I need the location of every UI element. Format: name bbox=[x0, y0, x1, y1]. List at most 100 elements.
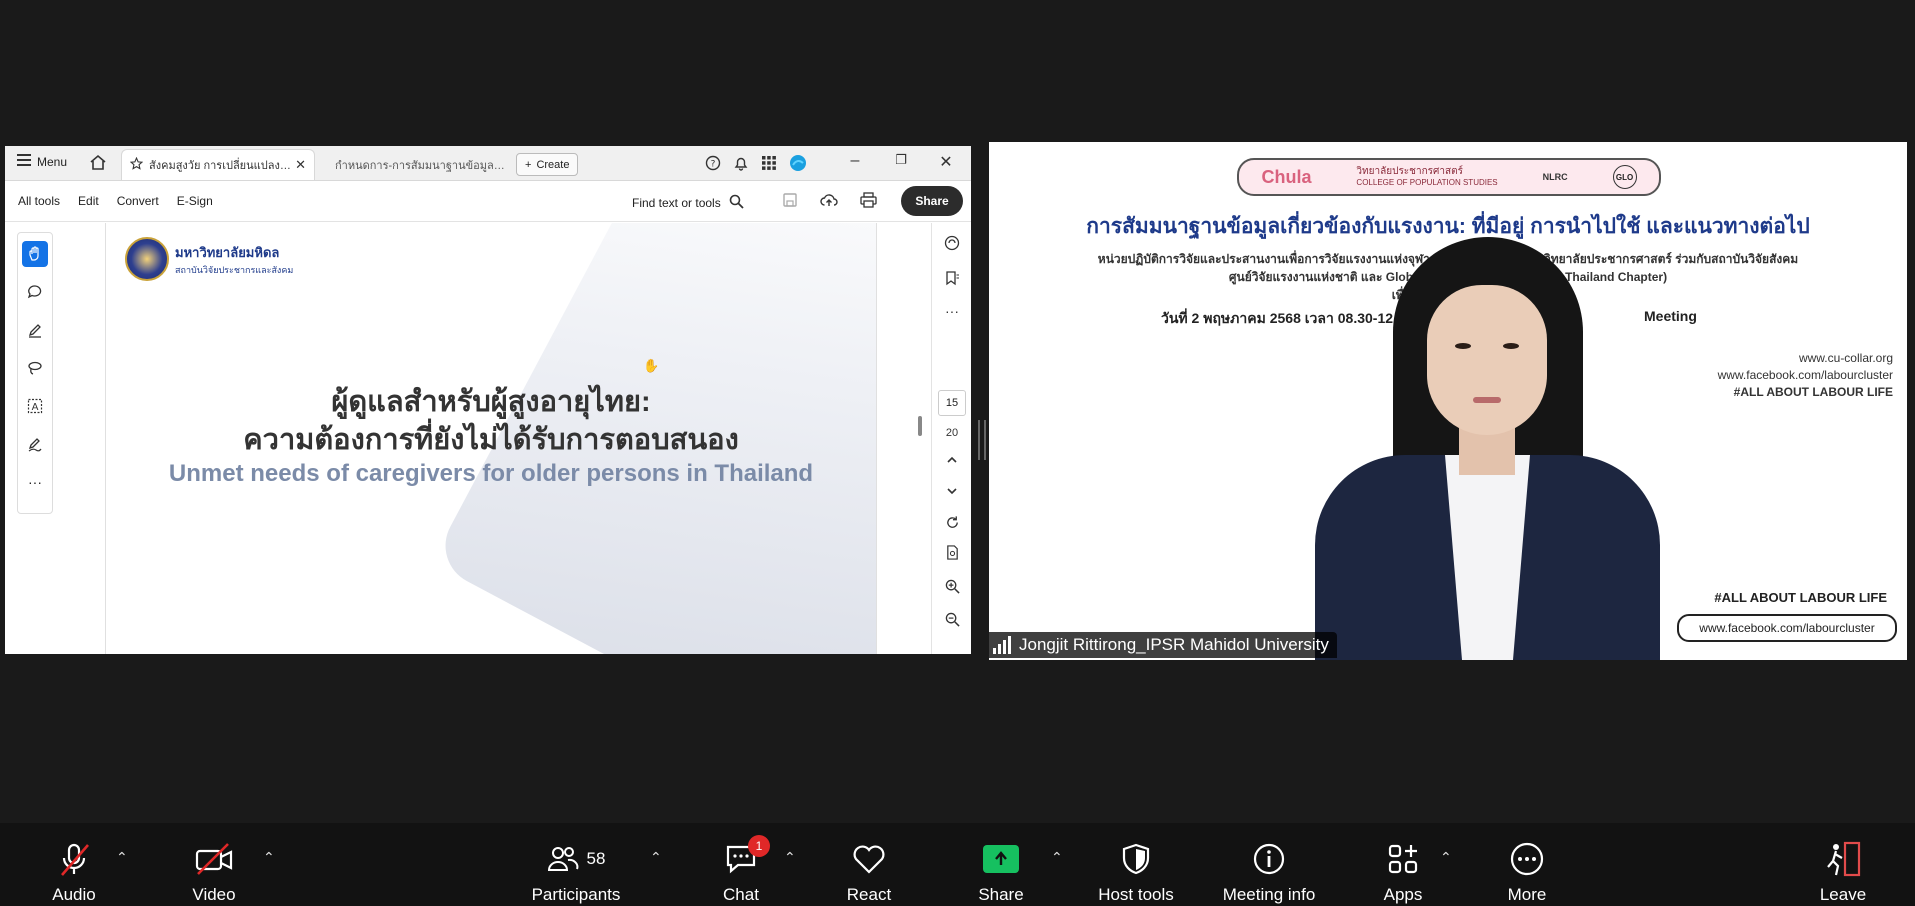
convert-button[interactable]: Convert bbox=[117, 194, 159, 208]
acrobat-window: Menu สังคมสูงวัย การเปลี่ยนแปลงเชิ... ✕ … bbox=[5, 146, 971, 654]
video-options-caret-icon[interactable]: ⌃ bbox=[263, 849, 275, 866]
glo-logo: GLO bbox=[1612, 165, 1637, 189]
speaker-eye-right bbox=[1503, 343, 1519, 349]
hashtag: #ALL ABOUT LABOUR LIFE bbox=[1733, 385, 1893, 399]
chat-button[interactable]: 1 Chat bbox=[719, 823, 770, 906]
comment-icon[interactable] bbox=[22, 279, 48, 305]
minimize-icon[interactable]: – bbox=[845, 152, 865, 170]
share-arrow-icon bbox=[983, 845, 1019, 873]
share-label: Share bbox=[978, 885, 1024, 904]
fill-sign-icon[interactable] bbox=[22, 431, 48, 457]
leave-button[interactable]: Leave bbox=[1820, 823, 1866, 906]
meeting-control-bar: Audio ⌃ Video ⌃ 58 Participants ⌃ 1 Chat… bbox=[0, 823, 1915, 906]
event-links: www.cu-collar.org www.facebook.com/labou… bbox=[1718, 350, 1893, 401]
slide-title-thai-line2: ความต้องการที่ยังไม่ได้รับการตอบสนอง bbox=[243, 424, 739, 456]
logo-text-main: มหาวิทยาลัยมหิดล bbox=[175, 244, 280, 260]
audio-button[interactable]: Audio bbox=[46, 823, 102, 906]
more-button[interactable]: More bbox=[1504, 823, 1550, 906]
meeting-info-button[interactable]: Meeting info bbox=[1214, 823, 1324, 906]
page-scrollbar[interactable] bbox=[918, 416, 922, 436]
acrobat-header-icons: ? bbox=[705, 154, 807, 177]
cps-logo: วิทยาลัยประชากรศาสตร์ COLLEGE OF POPULAT… bbox=[1356, 166, 1497, 188]
tool-menu: All tools Edit Convert E-Sign bbox=[18, 194, 231, 208]
facebook-url: www.facebook.com/labourcluster bbox=[1717, 368, 1893, 382]
react-button[interactable]: React bbox=[845, 823, 893, 906]
event-logos-banner: Chula วิทยาลัยประชากรศาสตร์ COLLEGE OF P… bbox=[1237, 158, 1661, 196]
text-select-icon[interactable]: A bbox=[22, 393, 48, 419]
close-window-icon[interactable]: ✕ bbox=[936, 152, 956, 172]
chevron-down-icon[interactable] bbox=[932, 486, 971, 499]
acrobat-toolbar: All tools Edit Convert E-Sign Find text … bbox=[5, 181, 971, 222]
print-icon[interactable] bbox=[860, 192, 877, 213]
mahidol-logo: มหาวิทยาลัยมหิดล สถาบันวิจัยประชากรและสั… bbox=[125, 237, 293, 281]
speaker-name-tag: Jongjit Rittirong_IPSR Mahidol Universit… bbox=[989, 632, 1337, 658]
bell-icon[interactable] bbox=[733, 155, 749, 176]
page-thumbnail-icon[interactable] bbox=[932, 545, 971, 563]
refresh-icon[interactable] bbox=[932, 515, 971, 533]
draw-lasso-icon[interactable] bbox=[22, 355, 48, 381]
logo-text-sub: สถาบันวิจัยประชากรและสังคม bbox=[175, 264, 294, 275]
video-label: Video bbox=[192, 885, 236, 904]
zoom-out-icon[interactable] bbox=[932, 612, 971, 630]
website-url: www.cu-collar.org bbox=[1798, 351, 1893, 365]
apps-button[interactable]: Apps bbox=[1380, 823, 1426, 906]
chevron-up-icon[interactable] bbox=[932, 455, 971, 468]
total-pages: 20 bbox=[945, 427, 959, 439]
star-icon[interactable] bbox=[129, 156, 144, 173]
create-button[interactable]: + Create bbox=[516, 153, 579, 176]
restore-icon[interactable]: ❐ bbox=[891, 152, 911, 168]
edit-button[interactable]: Edit bbox=[78, 194, 99, 208]
react-label: React bbox=[846, 885, 892, 904]
video-button[interactable]: Video bbox=[186, 823, 242, 906]
share-screen-button[interactable]: Share bbox=[977, 823, 1025, 906]
menu-button[interactable]: Menu bbox=[17, 154, 67, 169]
share-options-caret-icon[interactable]: ⌃ bbox=[1051, 849, 1063, 866]
split-resize-handle[interactable] bbox=[978, 420, 986, 460]
hand-tool-icon[interactable] bbox=[22, 241, 48, 267]
toolbar-icons bbox=[782, 192, 877, 213]
more-label: More bbox=[1507, 885, 1547, 904]
right-tool-rail: ··· 15 20 bbox=[931, 223, 971, 654]
bookmark-icon[interactable] bbox=[932, 270, 971, 289]
mahidol-seal-icon bbox=[125, 237, 169, 281]
leave-icon bbox=[1823, 839, 1863, 879]
all-tools-button[interactable]: All tools bbox=[18, 194, 60, 208]
save-icon[interactable] bbox=[782, 192, 798, 213]
share-screen-icon-wrap bbox=[983, 839, 1019, 879]
audio-options-caret-icon[interactable]: ⌃ bbox=[116, 849, 128, 866]
participants-options-caret-icon[interactable]: ⌃ bbox=[650, 849, 662, 866]
tab-label: กำหนดการ-การสัมมนาฐานข้อมูลด้านแร... bbox=[335, 159, 505, 172]
mic-muted-icon bbox=[56, 839, 92, 879]
ai-assistant-icon[interactable] bbox=[932, 235, 971, 254]
chat-unread-badge: 1 bbox=[748, 835, 770, 857]
find-tools-search[interactable]: Find text or tools bbox=[632, 194, 744, 212]
tab-active-document[interactable]: สังคมสูงวัย การเปลี่ยนแปลงเชิ... ✕ bbox=[121, 149, 315, 180]
zoom-in-icon[interactable] bbox=[932, 579, 971, 597]
e-sign-button[interactable]: E-Sign bbox=[177, 194, 213, 208]
tab-schedule-document[interactable]: กำหนดการ-การสัมมนาฐานข้อมูลด้านแร... bbox=[321, 149, 513, 180]
more-options-icon[interactable]: ··· bbox=[932, 303, 971, 319]
more-tools-icon[interactable]: ··· bbox=[22, 469, 48, 495]
chat-options-caret-icon[interactable]: ⌃ bbox=[784, 849, 796, 866]
current-page-input[interactable]: 15 bbox=[938, 390, 966, 416]
svg-text:A: A bbox=[32, 402, 39, 413]
highlight-pen-icon[interactable] bbox=[22, 317, 48, 343]
close-tab-icon[interactable]: ✕ bbox=[295, 157, 306, 173]
apps-grid-icon[interactable] bbox=[761, 155, 777, 176]
speaker-name: Jongjit Rittirong_IPSR Mahidol Universit… bbox=[1019, 635, 1329, 654]
account-avatar-icon[interactable] bbox=[789, 154, 807, 177]
camera-off-icon bbox=[194, 839, 234, 879]
cloud-upload-icon[interactable] bbox=[820, 192, 838, 213]
host-tools-button[interactable]: Host tools bbox=[1092, 823, 1180, 906]
home-icon[interactable] bbox=[89, 154, 107, 176]
bottom-hashtag: #ALL ABOUT LABOUR LIFE bbox=[1714, 590, 1887, 605]
slide-title-english: Unmet needs of caregivers for older pers… bbox=[168, 460, 814, 487]
speaker-face bbox=[1427, 285, 1547, 435]
share-button[interactable]: Share bbox=[901, 186, 963, 216]
tab-label: สังคมสูงวัย การเปลี่ยนแปลงเชิ... bbox=[149, 160, 292, 172]
cps-logo-english: COLLEGE OF POPULATION STUDIES bbox=[1356, 178, 1498, 187]
speaker-mouth bbox=[1473, 397, 1501, 403]
participants-button[interactable]: 58 Participants bbox=[525, 823, 627, 906]
apps-options-caret-icon[interactable]: ⌃ bbox=[1440, 849, 1452, 866]
help-icon[interactable]: ? bbox=[705, 155, 721, 176]
